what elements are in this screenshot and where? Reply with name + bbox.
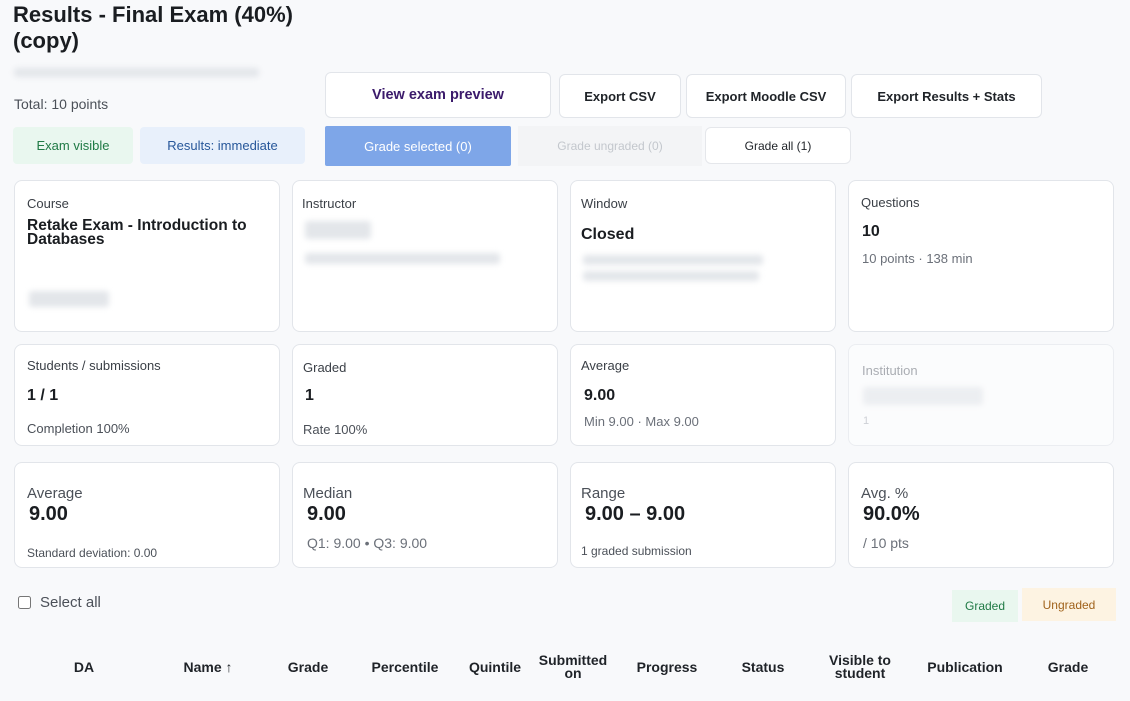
average-label: Average xyxy=(581,358,630,373)
stat-range-value: 9.00 – 9.00 xyxy=(585,503,686,525)
select-all-checkbox[interactable] xyxy=(18,596,31,609)
column-name[interactable]: Name ↑ xyxy=(160,654,256,680)
column-submitted-on[interactable]: Submitted on xyxy=(533,653,613,680)
column-grade-action[interactable]: Grade xyxy=(1028,654,1108,680)
window-card: Window Closed xyxy=(570,180,836,332)
column-progress[interactable]: Progress xyxy=(627,654,707,680)
results-mode-badge: Results: immediate xyxy=(140,127,305,164)
column-quintile[interactable]: Quintile xyxy=(460,654,530,680)
grade-ungraded-button[interactable]: Grade ungraded (0) xyxy=(518,126,702,166)
stat-average-label: Average xyxy=(27,485,83,502)
export-results-stats-button[interactable]: Export Results + Stats xyxy=(851,74,1042,118)
window-value: Closed xyxy=(581,226,635,243)
stat-range-label: Range xyxy=(581,485,626,502)
select-all-label: Select all xyxy=(40,594,101,611)
average-sub: Min 9.00 · Max 9.00 xyxy=(584,414,699,429)
instructor-email-redacted xyxy=(305,253,500,264)
exam-visible-badge: Exam visible xyxy=(13,127,133,164)
students-card: Students / submissions 1 / 1 Completion … xyxy=(14,344,280,446)
questions-label: Questions xyxy=(861,195,920,210)
stat-avg-pct-label: Avg. % xyxy=(861,485,909,502)
average-card: Average 9.00 Min 9.00 · Max 9.00 xyxy=(570,344,836,446)
course-value: Retake Exam - Introduction to Databases xyxy=(27,217,247,248)
stat-average-value: 9.00 xyxy=(29,503,68,525)
graded-sub: Rate 100% xyxy=(303,422,368,437)
column-da[interactable]: DA xyxy=(44,654,124,680)
stat-average-card: Average 9.00 Standard deviation: 0.00 xyxy=(14,462,280,568)
stat-median-card: Median 9.00 Q1: 9.00 • Q3: 9.00 xyxy=(292,462,558,568)
legend-graded: Graded xyxy=(952,590,1018,622)
graded-value: 1 xyxy=(305,387,314,404)
course-code-redacted xyxy=(29,291,109,307)
stat-range-sub: 1 graded submission xyxy=(581,544,692,558)
course-card: Course Retake Exam - Introduction to Dat… xyxy=(14,180,280,332)
course-label: Course xyxy=(27,196,69,211)
institution-sub: 1 xyxy=(863,415,870,427)
stat-range-card: Range 9.00 – 9.00 1 graded submission xyxy=(570,462,836,568)
instructor-label: Instructor xyxy=(302,196,357,211)
stat-average-sub: Standard deviation: 0.00 xyxy=(27,546,158,560)
institution-name-redacted xyxy=(863,387,983,405)
column-publication[interactable]: Publication xyxy=(920,654,1010,680)
students-label: Students / submissions xyxy=(27,358,161,373)
export-csv-button[interactable]: Export CSV xyxy=(559,74,681,118)
stat-median-sub: Q1: 9.00 • Q3: 9.00 xyxy=(307,535,428,551)
total-points: Total: 10 points xyxy=(14,96,109,112)
window-dates-redacted-2 xyxy=(583,271,759,281)
stat-median-label: Median xyxy=(303,485,353,502)
column-grade[interactable]: Grade xyxy=(268,654,348,680)
window-label: Window xyxy=(581,196,628,211)
grade-all-button[interactable]: Grade all (1) xyxy=(705,127,851,164)
stat-avg-pct-sub: / 10 pts xyxy=(863,535,909,551)
graded-label: Graded xyxy=(303,360,347,375)
column-status[interactable]: Status xyxy=(723,654,803,680)
institution-card: Institution 1 xyxy=(848,344,1114,446)
questions-value: 10 xyxy=(862,223,880,240)
select-all-control[interactable]: Select all xyxy=(18,594,101,611)
grade-selected-button[interactable]: Grade selected (0) xyxy=(325,126,511,166)
view-exam-preview-button[interactable]: View exam preview xyxy=(325,72,551,118)
legend-ungraded: Ungraded xyxy=(1022,588,1116,621)
stat-avg-pct-value: 90.0% xyxy=(863,503,920,525)
page-title: Results - Final Exam (40%) (copy) xyxy=(13,2,293,53)
institution-label: Institution xyxy=(862,363,918,378)
graded-card: Graded 1 Rate 100% xyxy=(292,344,558,446)
average-value: 9.00 xyxy=(584,387,616,404)
window-dates-redacted xyxy=(583,255,763,265)
students-sub: Completion 100% xyxy=(27,421,130,436)
column-percentile[interactable]: Percentile xyxy=(360,654,450,680)
column-visible-to-student[interactable]: Visible to student xyxy=(820,653,900,680)
questions-card: Questions 10 10 points · 138 min xyxy=(848,180,1114,332)
stat-avg-pct-card: Avg. % 90.0% / 10 pts xyxy=(848,462,1114,568)
instructor-name-redacted xyxy=(305,221,371,239)
export-moodle-csv-button[interactable]: Export Moodle CSV xyxy=(686,74,846,118)
stat-median-value: 9.00 xyxy=(307,503,346,525)
instructor-card: Instructor xyxy=(292,180,558,332)
questions-sub: 10 points · 138 min xyxy=(862,251,973,266)
students-value: 1 / 1 xyxy=(27,387,59,404)
subtitle-redacted xyxy=(14,68,259,77)
